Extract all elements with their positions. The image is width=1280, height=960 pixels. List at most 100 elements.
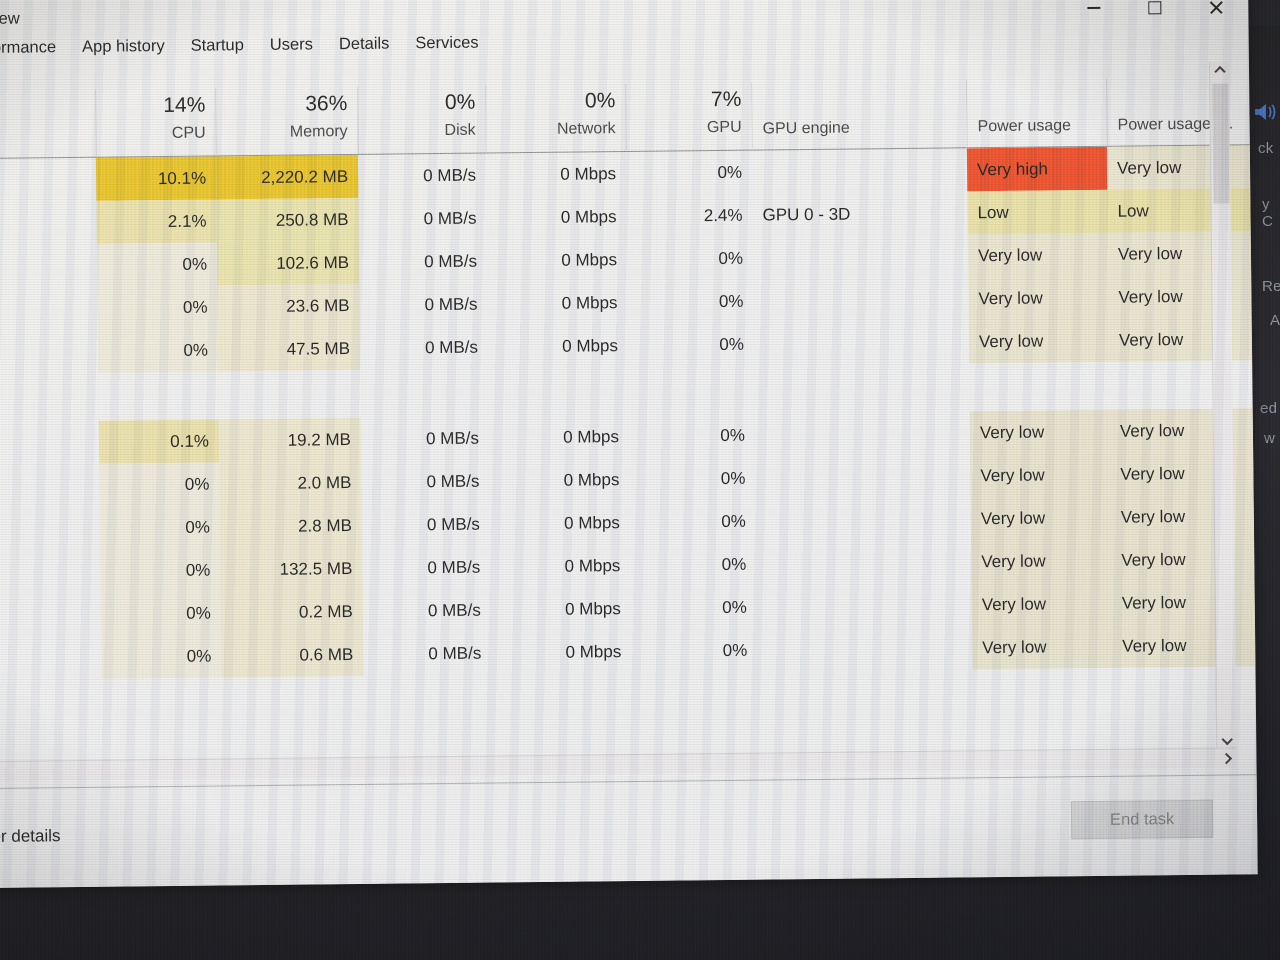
column-header-label-gpu: GPU [706, 118, 742, 137]
cell-gpu: 0% [721, 554, 747, 575]
menu-item-view[interactable]: View [0, 9, 33, 29]
speaker-icon[interactable] [1252, 100, 1280, 124]
desktop-text-fragment: w [1264, 430, 1276, 447]
scroll-up-button[interactable] [1210, 61, 1230, 81]
cell-cpu: 2.1% [167, 211, 207, 231]
tab-services[interactable]: Services [402, 31, 492, 55]
minimize-icon [1086, 7, 1100, 9]
chevron-up-icon [1214, 65, 1226, 78]
column-header-value-gpu: 7% [710, 87, 742, 112]
cell-gpu: 2.4% [703, 205, 743, 226]
cell-disk: 0 MB/s [423, 208, 477, 229]
cell-memory: 250.8 MB [275, 210, 349, 230]
column-header-value-power [967, 81, 1106, 83]
vertical-scroll-thumb[interactable] [1212, 83, 1230, 204]
scroll-right-button[interactable] [1216, 748, 1236, 768]
cell-gpu: 0% [721, 511, 746, 532]
task-manager-window: Task Manager OptionsView ssesPerformance… [0, 0, 1258, 889]
cell-memory: 132.5 MB [279, 559, 353, 579]
desktop-text-fragment: Re [1262, 278, 1280, 295]
window-titlebar[interactable]: Task Manager [0, 0, 1249, 6]
desktop-text-fragment: A [1270, 312, 1280, 329]
cell-disk: 0 MB/s [426, 514, 480, 535]
cell-power: Very low [980, 465, 1045, 486]
column-header-label-name [0, 124, 96, 126]
process-table: 14% CPU 36% Memory 0% Disk 0% Network 7% GPU GPU e… [0, 61, 1257, 782]
end-task-button[interactable]: End task [1070, 799, 1214, 840]
cell-gpu: 0% [722, 597, 747, 618]
maximize-icon [1147, 0, 1161, 14]
column-header-gpu[interactable]: 7% GPU [625, 82, 752, 151]
tab-details[interactable]: Details [326, 32, 403, 56]
cell-gpu: 0% [722, 640, 748, 661]
cell-cpu: 10.1% [157, 168, 207, 189]
cell-gpu: 0% [720, 425, 746, 446]
cell-power: Low [977, 202, 1009, 223]
cell-network: 0 Mbps [560, 207, 617, 227]
cell-memory: 102.6 MB [276, 253, 350, 273]
cell-disk: 0 MB/s [424, 251, 478, 272]
cell-cpu: 0% [185, 560, 211, 580]
tab-startup[interactable]: Startup [178, 34, 257, 58]
cell-cpu: 0% [184, 474, 210, 494]
tab-app-history[interactable]: App history [69, 35, 178, 59]
close-button[interactable] [1192, 0, 1238, 22]
table-header-row: 14% CPU 36% Memory 0% Disk 0% Network 7% GPU GPU e… [0, 61, 1250, 160]
cell-cpu: 0% [186, 603, 211, 623]
cell-memory: 0.2 MB [298, 602, 353, 622]
column-header-power[interactable]: Power usage [966, 78, 1107, 147]
cell-cpu: 0% [182, 254, 208, 274]
cell-power: Very low [979, 422, 1045, 443]
cell-disk: 0 MB/s [426, 471, 480, 492]
maximize-button[interactable] [1131, 0, 1177, 23]
cell-power: Very low [977, 245, 1043, 266]
column-header-network[interactable]: 0% Network [485, 84, 626, 152]
cell-gpu: 0% [718, 291, 744, 312]
cell-cpu: 0% [185, 517, 210, 537]
cell-memory: 23.6 MB [286, 296, 350, 316]
cell-memory: 2.8 MB [297, 516, 352, 536]
fewer-details-button[interactable]: wer details [0, 826, 61, 847]
cell-cpu: 0.1% [170, 431, 210, 451]
cell-disk: 0 MB/s [423, 165, 477, 186]
cell-power: Very low [981, 594, 1047, 615]
column-header-label-power: Power usage [977, 117, 1072, 136]
column-header-name[interactable] [0, 90, 96, 158]
tab-performance[interactable]: Performance [0, 36, 69, 60]
cell-gpu: 0% [717, 162, 743, 183]
cell-network: 0 Mbps [560, 164, 617, 184]
column-header-value-cpu: 14% [163, 93, 206, 118]
column-header-label-network: Network [556, 120, 616, 138]
cell-cpu: 0% [183, 340, 209, 360]
desktop-text-fragment: y C [1262, 196, 1274, 230]
cell-gpu: 0% [718, 248, 744, 269]
table-body: 10.1% 2,220.2 MB 0 MB/s 0 Mbps 0% Very high Ve… [0, 145, 1257, 782]
cell-network: 0 Mbps [564, 599, 621, 619]
desktop-text-fragment: ck [1258, 140, 1274, 157]
column-header-value-memory: 36% [305, 92, 348, 116]
column-header-memory[interactable]: 36% Memory [215, 86, 358, 155]
cell-network: 0 Mbps [561, 293, 618, 313]
close-icon [1208, 0, 1223, 14]
column-header-label-memory: Memory [289, 123, 348, 141]
cell-power: Very high [976, 159, 1049, 180]
minimize-button[interactable] [1070, 0, 1116, 23]
cell-gpu: 0% [719, 334, 745, 355]
column-header-cpu[interactable]: 14% CPU [95, 88, 216, 156]
cell-disk: 0 MB/s [427, 557, 481, 578]
menu-bar: OptionsView [0, 4, 33, 34]
cell-memory: 19.2 MB [287, 430, 352, 450]
cell-cpu: 0% [182, 297, 208, 317]
column-header-disk[interactable]: 0% Disk [357, 85, 486, 153]
cell-network: 0 Mbps [563, 470, 620, 490]
tab-strip: ssesPerformanceApp historyStartupUsersDe… [0, 31, 492, 72]
cell-disk: 0 MB/s [427, 600, 481, 621]
cell-network: 0 Mbps [563, 427, 620, 447]
column-header-label-disk: Disk [444, 121, 476, 139]
cell-power: Very low [981, 551, 1046, 572]
column-header-value-network: 0% [584, 89, 616, 113]
tab-users[interactable]: Users [257, 33, 326, 57]
cell-network: 0 Mbps [561, 250, 618, 270]
chevron-down-icon [1221, 733, 1233, 746]
cell-power: Very low [982, 637, 1047, 658]
